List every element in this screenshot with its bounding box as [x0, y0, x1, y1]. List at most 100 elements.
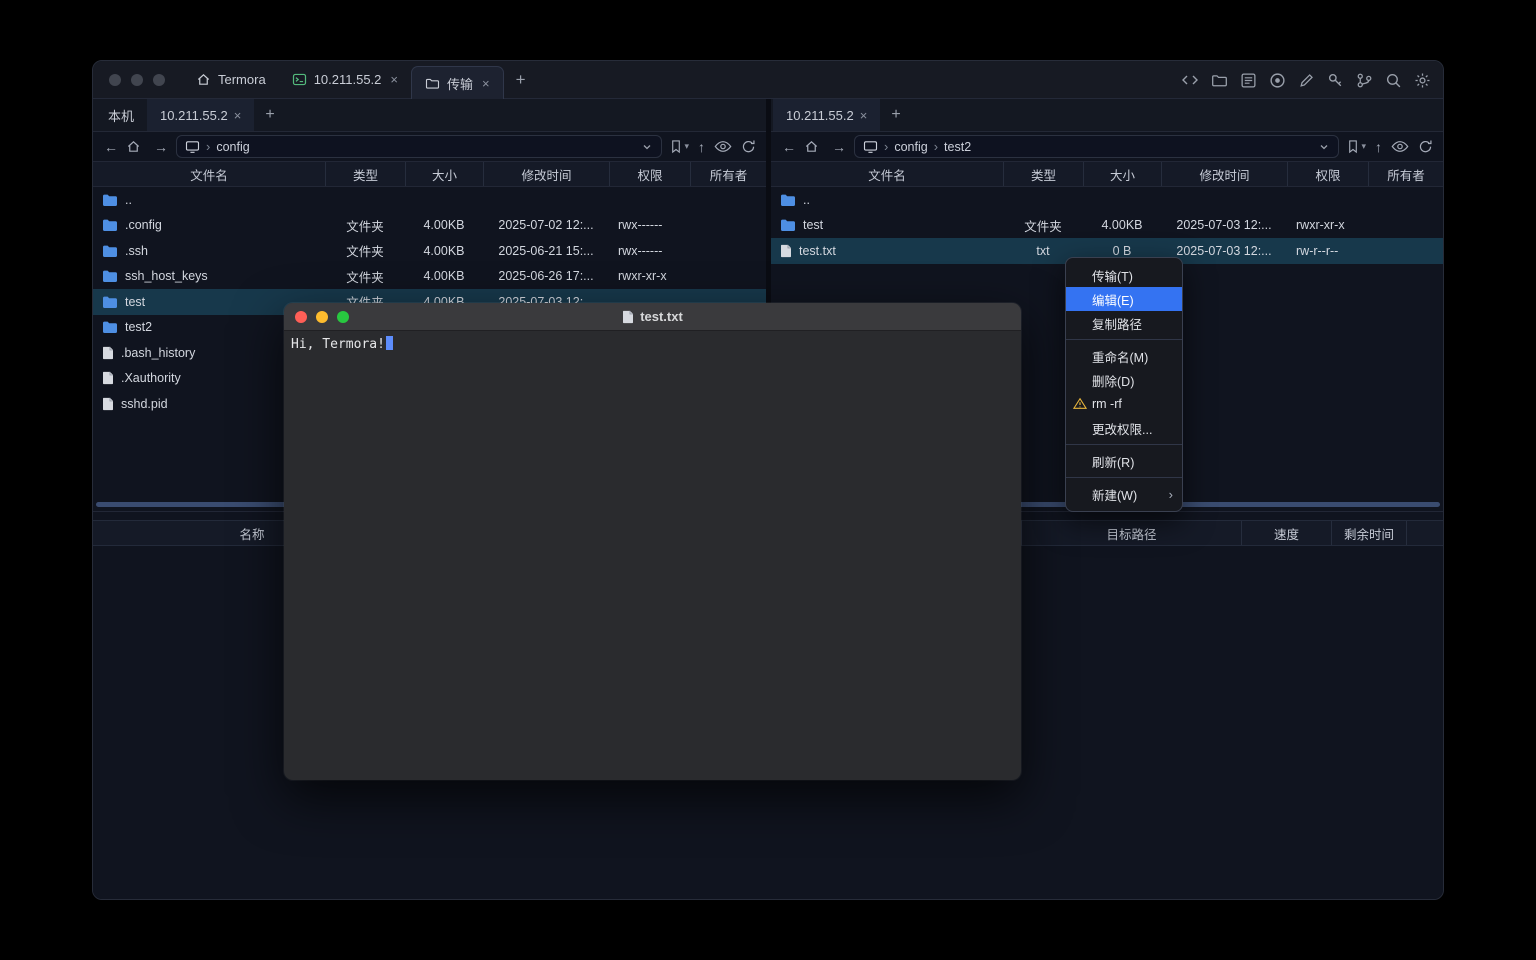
new-tab-button[interactable]: +	[504, 70, 538, 90]
right-panel-tabs: 10.211.55.2 × +	[771, 99, 1443, 132]
parent-directory-button[interactable]: ↑	[1373, 139, 1384, 155]
column-header-owner[interactable]: 所有者	[1368, 162, 1443, 186]
record-icon[interactable]	[1269, 72, 1286, 89]
key-icon[interactable]	[1327, 72, 1344, 89]
path-segment[interactable]: config	[894, 140, 927, 154]
show-hidden-button[interactable]	[712, 140, 734, 153]
editor-content[interactable]: Hi, Termora!	[284, 331, 1021, 779]
desktop: Termora 10.211.55.2 × 传输 × +	[0, 0, 1536, 960]
path-segment[interactable]: test2	[944, 140, 971, 154]
refresh-button[interactable]	[739, 139, 758, 154]
column-header-perms[interactable]: 权限	[1287, 162, 1368, 186]
file-permissions: rwx------	[609, 238, 690, 264]
menu-item-change-permissions[interactable]: 更改权限...	[1066, 416, 1182, 440]
branch-icon[interactable]	[1356, 72, 1373, 89]
bookmark-icon	[669, 139, 683, 154]
tab-host[interactable]: 10.211.55.2 ×	[279, 61, 411, 98]
close-icon[interactable]: ×	[860, 108, 868, 123]
left-table-header: 文件名 类型 大小 修改时间 权限 所有者	[93, 161, 766, 187]
titlebar-toolbar	[1181, 61, 1431, 99]
column-header-perms[interactable]: 权限	[609, 162, 690, 186]
menu-item-delete[interactable]: 删除(D)	[1066, 368, 1182, 392]
close-window-button[interactable]	[295, 311, 307, 323]
left-panel-tabs: 本机 10.211.55.2 × +	[93, 99, 766, 132]
show-hidden-button[interactable]	[1389, 140, 1411, 153]
path-bar[interactable]: › config	[176, 135, 662, 158]
back-button[interactable]: ←	[101, 139, 121, 155]
new-tab-button[interactable]: +	[880, 99, 911, 131]
path-bar[interactable]: › config › test2	[854, 135, 1339, 158]
file-row[interactable]: .ssh 文件夹 4.00KB 2025-06-21 15:... rwx---…	[93, 238, 766, 264]
column-header-type[interactable]: 类型	[325, 162, 405, 186]
document-icon	[622, 310, 634, 324]
forward-button[interactable]: →	[151, 139, 171, 155]
log-icon[interactable]	[1240, 72, 1257, 89]
refresh-button[interactable]	[1416, 139, 1435, 154]
minimize-window-button[interactable]	[131, 74, 143, 86]
folder-icon[interactable]	[1211, 72, 1228, 89]
right-file-list: .. test 文件夹 4.00KB 2025-07-03 12:... rwx…	[771, 187, 1443, 264]
file-row[interactable]: ssh_host_keys 文件夹 4.00KB 2025-06-26 17:.…	[93, 264, 766, 290]
home-button[interactable]	[804, 139, 824, 154]
close-icon[interactable]: ×	[482, 76, 490, 91]
column-header-modified[interactable]: 修改时间	[1161, 162, 1287, 186]
file-permissions: rwx------	[609, 213, 690, 239]
zoom-window-button[interactable]	[153, 74, 165, 86]
file-name: test	[803, 218, 823, 232]
menu-item-refresh[interactable]: 刷新(R)	[1066, 449, 1182, 473]
menu-item-rm-rf[interactable]: rm -rf	[1066, 392, 1182, 416]
column-header-owner[interactable]: 所有者	[690, 162, 766, 186]
back-button[interactable]: ←	[779, 139, 799, 155]
menu-item-edit[interactable]: 编辑(E)	[1066, 287, 1182, 311]
column-header-type[interactable]: 类型	[1003, 162, 1083, 186]
column-header-size[interactable]: 大小	[1083, 162, 1161, 186]
file-permissions: rw-r--r--	[1287, 238, 1368, 264]
new-tab-button[interactable]: +	[254, 99, 285, 131]
forward-button[interactable]: →	[829, 139, 849, 155]
file-row[interactable]: ..	[93, 187, 766, 213]
column-header-modified[interactable]: 修改时间	[483, 162, 609, 186]
file-size: 4.00KB	[405, 213, 483, 239]
file-name: .config	[125, 218, 162, 232]
code-icon[interactable]	[1181, 72, 1199, 88]
zoom-window-button[interactable]	[337, 311, 349, 323]
file-owner	[1368, 238, 1443, 264]
right-table-header: 文件名 类型 大小 修改时间 权限 所有者	[771, 161, 1443, 187]
file-row[interactable]: test 文件夹 4.00KB 2025-07-03 12:... rwxr-x…	[771, 213, 1443, 239]
gear-icon[interactable]	[1414, 72, 1431, 89]
file-row[interactable]: ..	[771, 187, 1443, 213]
close-window-button[interactable]	[109, 74, 121, 86]
close-icon[interactable]: ×	[390, 72, 398, 87]
column-header-name[interactable]: 文件名	[93, 162, 325, 186]
home-button[interactable]	[126, 139, 146, 154]
column-header-size[interactable]: 大小	[405, 162, 483, 186]
tab-local[interactable]: 本机	[95, 99, 147, 131]
pencil-icon[interactable]	[1298, 72, 1315, 89]
tab-remote-host[interactable]: 10.211.55.2 ×	[147, 99, 254, 131]
search-icon[interactable]	[1385, 72, 1402, 89]
file-row[interactable]: .config 文件夹 4.00KB 2025-07-02 12:... rwx…	[93, 213, 766, 239]
tab-transfer[interactable]: 传输 ×	[411, 66, 504, 99]
tab-remote-host[interactable]: 10.211.55.2 ×	[773, 99, 880, 131]
bookmark-button[interactable]: ▾	[667, 139, 691, 154]
computer-icon	[185, 139, 200, 154]
menu-item-transfer[interactable]: 传输(T)	[1066, 263, 1182, 287]
path-segment[interactable]: config	[216, 140, 249, 154]
menu-item-new[interactable]: 新建(W) ›	[1066, 482, 1182, 506]
file-permissions: rwxr-xr-x	[609, 264, 690, 290]
chevron-down-icon[interactable]	[1318, 141, 1330, 153]
bookmark-button[interactable]: ▾	[1344, 139, 1368, 154]
path-separator: ›	[206, 139, 210, 154]
parent-directory-button[interactable]: ↑	[696, 139, 707, 155]
chevron-down-icon[interactable]	[641, 141, 653, 153]
tab-termora[interactable]: Termora	[183, 61, 279, 98]
menu-item-rename[interactable]: 重命名(M)	[1066, 344, 1182, 368]
column-header-name[interactable]: 文件名	[771, 162, 1003, 186]
menu-item-copy-path[interactable]: 复制路径	[1066, 311, 1182, 335]
minimize-window-button[interactable]	[316, 311, 328, 323]
folder-icon	[102, 193, 118, 207]
file-size	[1083, 187, 1161, 213]
close-icon[interactable]: ×	[234, 108, 242, 123]
editor-titlebar[interactable]: test.txt	[284, 303, 1021, 331]
file-type: 文件夹	[325, 264, 405, 290]
